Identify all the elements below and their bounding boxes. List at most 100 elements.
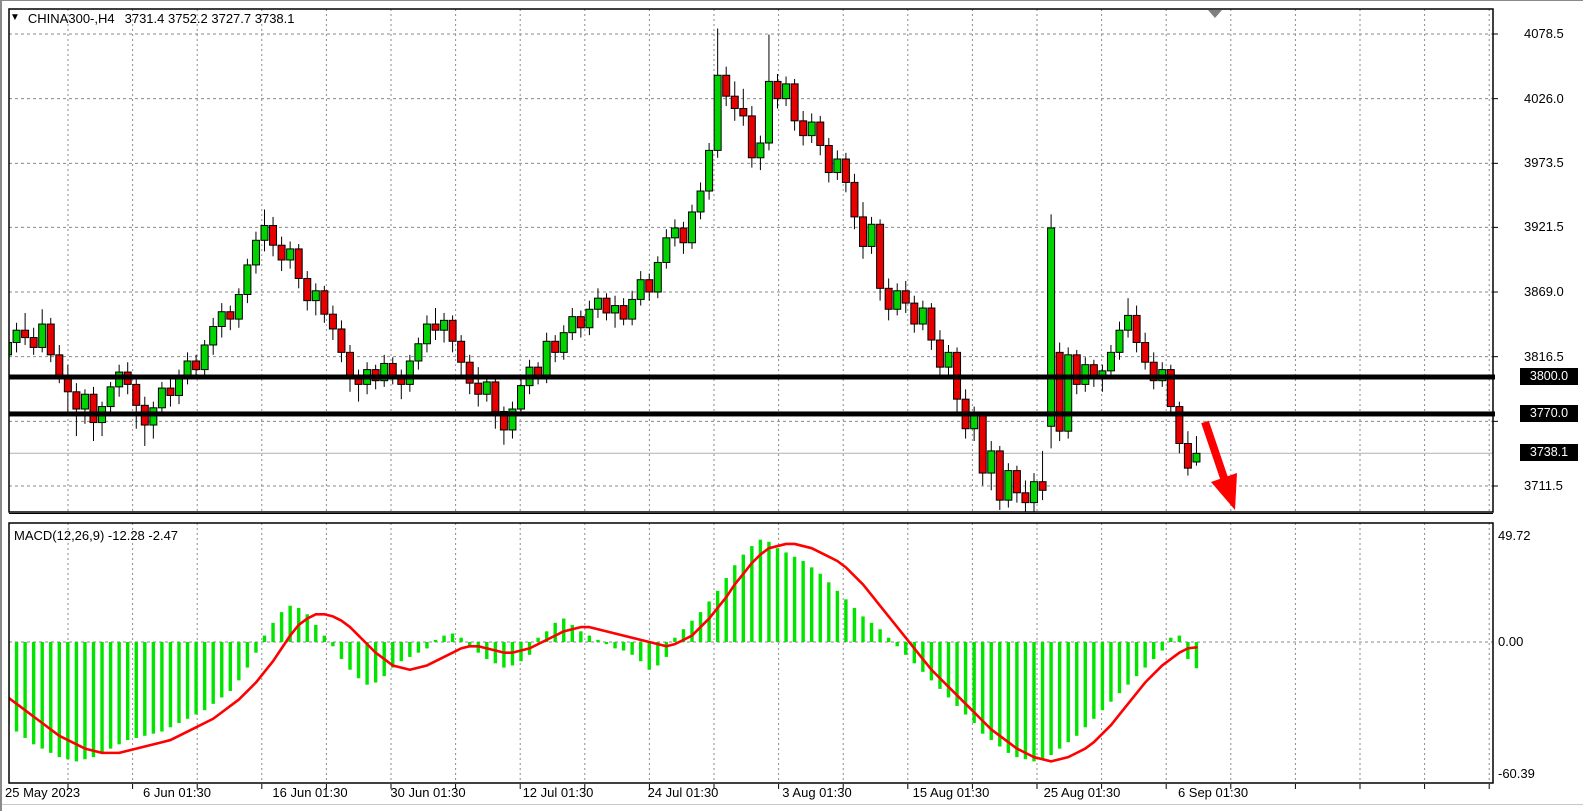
chart-canvas[interactable] — [2, 1, 1583, 811]
macd-histogram-bar — [41, 642, 44, 749]
price-axis-label: 3816.5 — [1524, 350, 1564, 364]
bull-candle — [594, 298, 601, 309]
macd-histogram-bar — [861, 616, 864, 642]
red-arrow-shaft[interactable] — [1205, 422, 1224, 478]
macd-histogram-bar — [784, 552, 787, 642]
macd-histogram-bar — [1075, 642, 1078, 736]
macd-histogram-bar — [1169, 638, 1172, 642]
macd-histogram-bar — [237, 642, 240, 680]
bull-candle — [894, 291, 901, 309]
macd-histogram-bar — [819, 574, 822, 642]
price-badge-3770.0: 3770.0 — [1520, 405, 1578, 422]
horizontal-level-line[interactable] — [9, 375, 1495, 380]
bull-candle — [569, 317, 576, 333]
bull-candle — [586, 309, 593, 327]
macd-histogram-bar — [930, 642, 933, 680]
bull-candle — [1193, 453, 1200, 462]
bear-candle — [73, 392, 80, 409]
bear-candle — [791, 84, 798, 121]
bear-candle — [731, 96, 738, 108]
bear-candle — [1142, 343, 1149, 363]
bull-candle — [1005, 471, 1012, 501]
macd-histogram-bar — [442, 636, 445, 642]
bear-candle — [1022, 493, 1029, 503]
chart-shift-marker-icon[interactable] — [1208, 10, 1222, 18]
bear-candle — [817, 122, 824, 145]
macd-histogram-bar — [904, 642, 907, 655]
bear-candle — [329, 314, 336, 329]
horizontal-level-line[interactable] — [9, 411, 1495, 416]
macd-histogram-bar — [357, 642, 360, 678]
trading-chart-window: ▼ CHINA300-,H4 3731.4 3752.2 3727.7 3738… — [0, 0, 1583, 811]
macd-histogram-bar — [1109, 642, 1112, 702]
bull-candle — [919, 308, 926, 324]
macd-histogram — [6, 540, 1198, 762]
candlestick-series[interactable] — [5, 28, 1200, 514]
macd-histogram-bar — [605, 642, 608, 644]
bull-candle — [654, 262, 661, 292]
macd-histogram-bar — [870, 623, 873, 642]
bear-candle — [47, 324, 54, 355]
macd-histogram-bar — [1024, 642, 1027, 759]
bull-candle — [612, 306, 619, 313]
macd-histogram-bar — [622, 642, 625, 651]
macd-histogram-bar — [742, 555, 745, 642]
ohlc-values: 3731.4 3752.2 3727.7 3738.1 — [125, 11, 295, 26]
bear-candle — [603, 298, 610, 313]
bear-candle — [304, 278, 311, 300]
macd-histogram-bar — [109, 642, 112, 749]
macd-histogram-bar — [1118, 642, 1121, 693]
bull-candle — [441, 320, 448, 330]
macd-histogram-bar — [323, 636, 326, 642]
bear-candle — [475, 383, 482, 394]
macd-axis-label: 0.00 — [1498, 635, 1523, 649]
bull-candle — [1031, 482, 1038, 503]
triangle-down-icon[interactable]: ▼ — [10, 11, 20, 25]
macd-histogram-bar — [340, 642, 343, 659]
bear-candle — [620, 306, 627, 320]
macd-histogram-bar — [1007, 642, 1010, 753]
macd-histogram-bar — [220, 642, 223, 697]
time-axis-label: 25 May 2023 — [5, 785, 80, 800]
macd-histogram-bar — [1101, 642, 1104, 710]
macd-histogram-bar — [853, 608, 856, 642]
macd-histogram-bar — [1161, 642, 1164, 651]
bull-candle — [158, 388, 165, 408]
macd-histogram-bar — [878, 629, 881, 642]
macd-histogram-bar — [434, 640, 437, 642]
bear-candle — [800, 121, 807, 136]
bull-candle — [201, 345, 208, 370]
macd-histogram-bar — [1126, 642, 1129, 685]
bear-candle — [321, 291, 328, 314]
red-arrow-head[interactable] — [1211, 473, 1237, 510]
macd-histogram-bar — [314, 625, 317, 642]
macd-histogram-bar — [1032, 642, 1035, 761]
macd-histogram-bar — [648, 642, 651, 670]
macd-histogram-bar — [1084, 642, 1087, 727]
time-axis-label: 25 Aug 01:30 — [1044, 785, 1121, 800]
macd-histogram-bar — [630, 642, 633, 655]
bull-candle — [483, 382, 490, 394]
macd-histogram-bar — [596, 640, 599, 642]
bull-candle — [415, 344, 422, 361]
bull-candle — [689, 212, 696, 243]
bull-candle — [81, 394, 88, 409]
bear-candle — [347, 352, 354, 378]
price-axis-label: 3711.5 — [1524, 479, 1563, 493]
price-axis-label: 3973.5 — [1524, 156, 1564, 170]
macd-histogram-bar — [348, 642, 351, 670]
time-axis-label: 6 Sep 01:30 — [1178, 785, 1248, 800]
bull-candle — [868, 224, 875, 246]
macd-histogram-bar — [15, 642, 18, 732]
bull-candle — [287, 249, 294, 260]
bear-candle — [928, 308, 935, 340]
macd-histogram-bar — [331, 642, 334, 646]
macd-histogram-bar — [485, 642, 488, 659]
bear-candle — [877, 224, 884, 288]
macd-histogram-bar — [673, 638, 676, 642]
bull-candle — [423, 324, 430, 344]
macd-histogram-bar — [1067, 642, 1070, 742]
macd-histogram-bar — [23, 642, 26, 738]
macd-histogram-bar — [58, 642, 61, 757]
bear-candle — [552, 341, 559, 352]
